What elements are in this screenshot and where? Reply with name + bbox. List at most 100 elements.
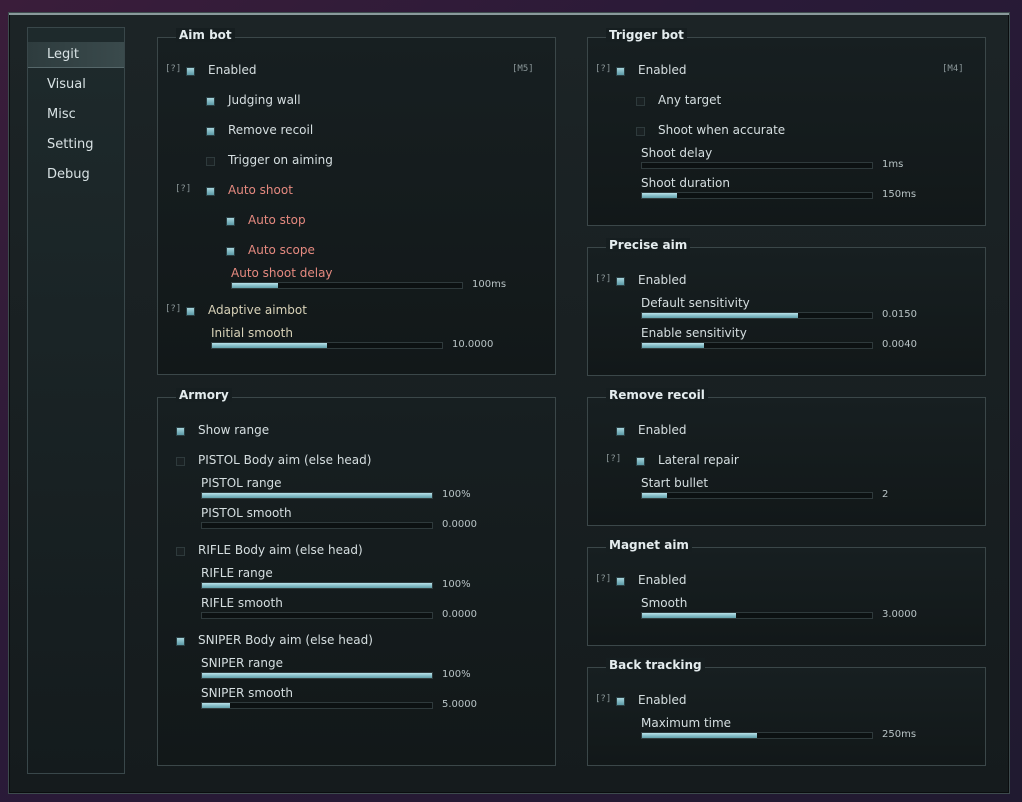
help-button[interactable]: [?]: [175, 184, 191, 194]
auto-shoot-label: Auto shoot: [228, 183, 293, 197]
sniper-smooth-value: 5.0000: [442, 699, 477, 710]
help-button[interactable]: [?]: [165, 304, 181, 314]
precise-enabled-checkbox[interactable]: [616, 277, 625, 286]
shoot-duration-value: 150ms: [882, 189, 917, 200]
aimbot-enabled-label: Enabled: [208, 63, 257, 77]
aimbot-hotkey[interactable]: [M5]: [512, 64, 534, 74]
shoot-when-accurate-checkbox[interactable]: [636, 127, 645, 136]
help-button[interactable]: [?]: [605, 454, 621, 464]
enable-sensitivity-label: Enable sensitivity: [641, 326, 747, 340]
auto-stop-checkbox[interactable]: [226, 217, 235, 226]
start-bullet-slider[interactable]: [641, 492, 873, 499]
triggerbot-enabled-checkbox[interactable]: [616, 67, 625, 76]
help-button[interactable]: [?]: [595, 574, 611, 584]
initial-smooth-label: Initial smooth: [211, 326, 293, 340]
initial-smooth-slider[interactable]: [211, 342, 443, 349]
shoot-delay-value: 1ms: [882, 159, 904, 170]
nav-item-misc[interactable]: Misc: [28, 102, 124, 128]
auto-shoot-checkbox[interactable]: [206, 187, 215, 196]
any-target-label: Any target: [658, 93, 722, 107]
auto-scope-row: Auto scope: [158, 243, 555, 259]
lateral-repair-checkbox[interactable]: [636, 457, 645, 466]
precise-aim-group: Precise aim [?] Enabled Default sensitiv…: [587, 238, 986, 376]
slider-fill: [212, 343, 327, 348]
shoot-delay-label: Shoot delay: [641, 146, 713, 160]
aimbot-enabled-checkbox[interactable]: [186, 67, 195, 76]
judging-wall-label: Judging wall: [228, 93, 301, 107]
slider-fill: [202, 583, 432, 588]
adaptive-aimbot-row: [?] Adaptive aimbot: [158, 303, 555, 319]
slider-fill: [642, 493, 668, 498]
precise-enabled-label: Enabled: [638, 273, 687, 287]
sniper-body-checkbox[interactable]: [176, 637, 185, 646]
shoot-when-accurate-row: Shoot when accurate: [588, 123, 985, 139]
aimbot-group: Aim bot [?] Enabled [M5] Judging wall Re…: [157, 28, 556, 375]
aimbot-title: Aim bot: [176, 28, 235, 42]
trigger-on-aiming-row: Trigger on aiming: [158, 153, 555, 169]
sniper-smooth-slider[interactable]: [201, 702, 433, 709]
sniper-range-slider[interactable]: [201, 672, 433, 679]
rifle-body-checkbox[interactable]: [176, 547, 185, 556]
shoot-duration-slider[interactable]: [641, 192, 873, 199]
precise-enabled-row: [?] Enabled: [588, 273, 985, 289]
slider-fill: [642, 613, 737, 618]
rifle-body-row: RIFLE Body aim (else head): [158, 543, 555, 559]
show-range-checkbox[interactable]: [176, 427, 185, 436]
help-button[interactable]: [?]: [595, 64, 611, 74]
slider-fill: [202, 673, 432, 678]
remove-recoil-row: Remove recoil: [158, 123, 555, 139]
nav-item-setting[interactable]: Setting: [28, 132, 124, 158]
help-button[interactable]: [?]: [595, 694, 611, 704]
enable-sensitivity-value: 0.0040: [882, 339, 917, 350]
magnet-smooth-value: 3.0000: [882, 609, 917, 620]
sniper-body-label: SNIPER Body aim (else head): [198, 633, 373, 647]
sniper-range-label: SNIPER range: [201, 656, 283, 670]
pistol-body-checkbox[interactable]: [176, 457, 185, 466]
pistol-smooth-slider[interactable]: [201, 522, 433, 529]
shoot-delay-slider[interactable]: [641, 162, 873, 169]
help-button[interactable]: [?]: [165, 64, 181, 74]
rifle-smooth-label: RIFLE smooth: [201, 596, 283, 610]
enable-sensitivity-slider[interactable]: [641, 342, 873, 349]
nav-item-legit[interactable]: Legit: [28, 42, 124, 68]
magnet-smooth-label: Smooth: [641, 596, 688, 610]
auto-stop-row: Auto stop: [158, 213, 555, 229]
trigger-on-aiming-checkbox[interactable]: [206, 157, 215, 166]
aimbot-enabled-row: [?] Enabled [M5]: [158, 63, 555, 79]
backtrack-enabled-checkbox[interactable]: [616, 697, 625, 706]
remove-recoil-checkbox[interactable]: [206, 127, 215, 136]
nav-item-debug[interactable]: Debug: [28, 162, 124, 188]
remove-recoil-group: Remove recoil Enabled [?] Lateral repair…: [587, 388, 986, 526]
auto-scope-checkbox[interactable]: [226, 247, 235, 256]
slider-fill: [202, 703, 230, 708]
nav-item-visual[interactable]: Visual: [28, 72, 124, 98]
default-sensitivity-slider[interactable]: [641, 312, 873, 319]
pistol-body-label: PISTOL Body aim (else head): [198, 453, 372, 467]
auto-shoot-delay-slider[interactable]: [231, 282, 463, 289]
rifle-range-slider[interactable]: [201, 582, 433, 589]
magnet-smooth-slider[interactable]: [641, 612, 873, 619]
adaptive-aimbot-checkbox[interactable]: [186, 307, 195, 316]
help-button[interactable]: [?]: [595, 274, 611, 284]
rifle-smooth-slider[interactable]: [201, 612, 433, 619]
magnet-aim-title: Magnet aim: [606, 538, 692, 552]
default-sensitivity-value: 0.0150: [882, 309, 917, 320]
magnet-enabled-checkbox[interactable]: [616, 577, 625, 586]
maximum-time-slider[interactable]: [641, 732, 873, 739]
pistol-smooth-value: 0.0000: [442, 519, 477, 530]
recoil-enabled-checkbox[interactable]: [616, 427, 625, 436]
show-range-label: Show range: [198, 423, 270, 437]
triggerbot-hotkey[interactable]: [M4]: [942, 64, 964, 74]
show-range-row: Show range: [158, 423, 555, 439]
pistol-range-value: 100%: [442, 489, 471, 500]
sniper-body-row: SNIPER Body aim (else head): [158, 633, 555, 649]
precise-aim-title: Precise aim: [606, 238, 691, 252]
armory-group: Armory Show range PISTOL Body aim (else …: [157, 388, 556, 766]
slider-fill: [232, 283, 278, 288]
judging-wall-checkbox[interactable]: [206, 97, 215, 106]
lateral-repair-row: [?] Lateral repair: [588, 453, 985, 469]
pistol-range-slider[interactable]: [201, 492, 433, 499]
slider-fill: [202, 493, 432, 498]
magnet-enabled-row: [?] Enabled: [588, 573, 985, 589]
any-target-checkbox[interactable]: [636, 97, 645, 106]
